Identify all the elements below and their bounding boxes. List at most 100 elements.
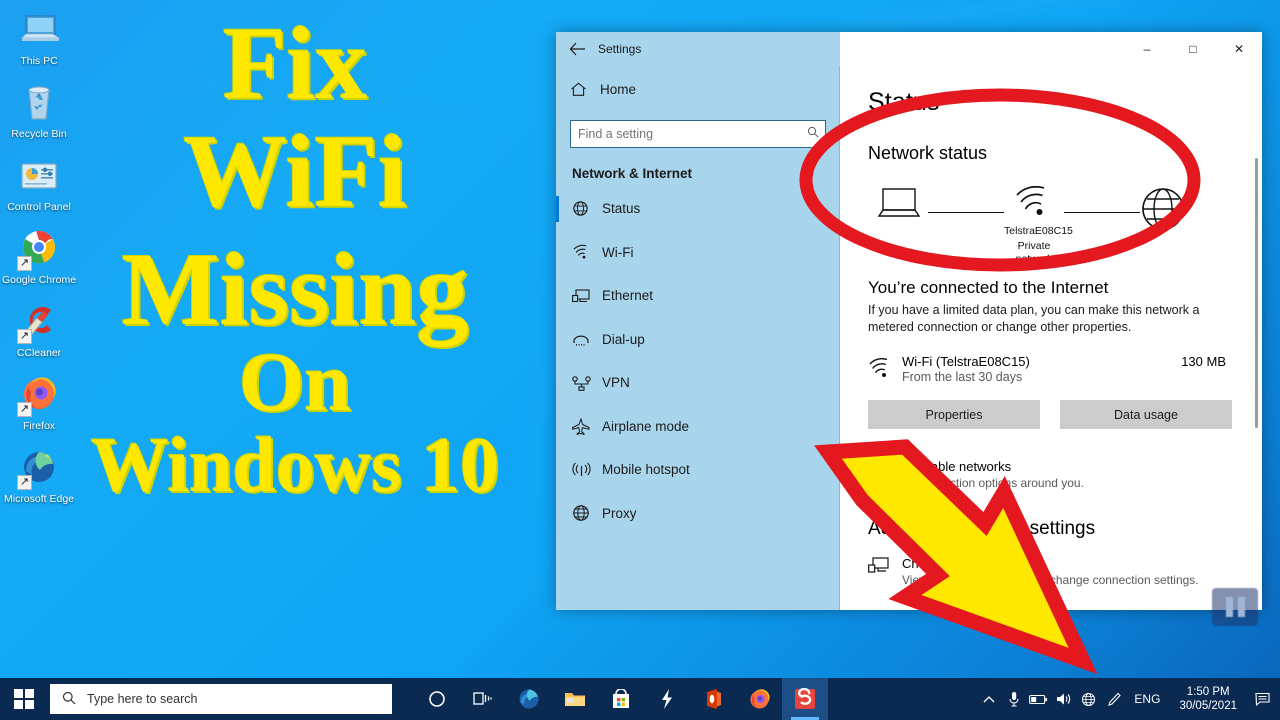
desktop-icon-ccleaner[interactable]: ↗ CCleaner bbox=[0, 300, 78, 359]
back-button[interactable] bbox=[556, 32, 598, 66]
sidebar-category-title: Network & Internet bbox=[572, 166, 693, 181]
clock-time: 1:50 PM bbox=[1186, 686, 1230, 698]
desktop-icon-recycle-bin[interactable]: Recycle Bin bbox=[0, 81, 78, 140]
main-scrollbar[interactable] bbox=[1255, 158, 1258, 428]
sidebar-item-dial-up[interactable]: Dial-up bbox=[556, 318, 840, 362]
sidebar-item-label: Mobile hotspot bbox=[602, 462, 690, 478]
titlebar-right: – □ ✕ bbox=[840, 32, 1262, 66]
sidebar-item-proxy[interactable]: Proxy bbox=[556, 492, 840, 536]
battery-icon[interactable] bbox=[1026, 678, 1051, 720]
edge-icon[interactable] bbox=[506, 678, 552, 720]
hotspot-icon bbox=[572, 462, 602, 478]
desktop-icon-this-pc[interactable]: This PC bbox=[0, 8, 78, 67]
data-usage-button[interactable]: Data usage bbox=[1060, 400, 1232, 429]
file-explorer-icon[interactable] bbox=[552, 678, 598, 720]
maximize-button[interactable]: □ bbox=[1170, 32, 1216, 66]
window-title: Settings bbox=[598, 42, 642, 56]
vpn-icon bbox=[572, 375, 602, 391]
chevron-up-icon[interactable] bbox=[976, 678, 1001, 720]
minimize-button[interactable]: – bbox=[1124, 32, 1170, 66]
microphone-icon[interactable] bbox=[1001, 678, 1026, 720]
wifi-usage-row: Wi-Fi (TelstraE08C15) From the last 30 d… bbox=[868, 354, 1232, 384]
desktop-icon-firefox[interactable]: ↗ Firefox bbox=[0, 373, 78, 432]
task-view-icon[interactable] bbox=[460, 678, 506, 720]
lightning-icon[interactable] bbox=[644, 678, 690, 720]
wifi-usage-text: Wi-Fi (TelstraE08C15) From the last 30 d… bbox=[902, 354, 1030, 384]
wifi-icon bbox=[868, 358, 902, 383]
promo-line-3: Missing bbox=[121, 231, 469, 347]
shortcut-overlay-icon: ↗ bbox=[17, 256, 32, 271]
properties-button[interactable]: Properties bbox=[868, 400, 1040, 429]
promo-title: Fix WiFi Missing On Windows 10 bbox=[55, 12, 535, 509]
pause-overlay[interactable] bbox=[1212, 588, 1258, 626]
sidebar-item-label: VPN bbox=[602, 375, 630, 391]
network-globe-icon[interactable] bbox=[1076, 678, 1101, 720]
change-adapter-options[interactable]: Change adapter options View network adap… bbox=[868, 556, 1232, 587]
window-titlebar: Settings – □ ✕ bbox=[556, 32, 1262, 66]
language-indicator[interactable]: ENG bbox=[1126, 692, 1170, 706]
desktop-icon-microsoft-edge[interactable]: ↗ Microsoft Edge bbox=[0, 446, 78, 505]
connected-heading: You’re connected to the Internet bbox=[868, 278, 1109, 297]
settings-sidebar: Home Network & Internet bbox=[556, 66, 840, 610]
microsoft-store-icon[interactable] bbox=[598, 678, 644, 720]
volume-icon[interactable] bbox=[1051, 678, 1076, 720]
office-icon[interactable] bbox=[690, 678, 736, 720]
pause-icon-bar bbox=[1237, 597, 1245, 617]
titlebar-left: Settings bbox=[556, 32, 840, 66]
proxy-globe-icon bbox=[572, 504, 602, 522]
page-title: Status bbox=[868, 88, 940, 116]
show-available-networks[interactable]: Show available networks View the connect… bbox=[868, 459, 1232, 490]
sidebar-item-ethernet[interactable]: Ethernet bbox=[556, 274, 840, 318]
sidebar-item-status[interactable]: Status bbox=[556, 187, 840, 231]
close-button[interactable]: ✕ bbox=[1216, 32, 1262, 66]
sidebar-item-airplane-mode[interactable]: Airplane mode bbox=[556, 405, 840, 449]
search-input[interactable] bbox=[570, 120, 826, 148]
action-center-icon[interactable] bbox=[1246, 678, 1280, 720]
desktop-icon-label: This PC bbox=[20, 55, 58, 67]
sidebar-item-home[interactable]: Home bbox=[556, 70, 840, 108]
settings-window: Settings – □ ✕ Home Find a setting Netwo… bbox=[556, 32, 1262, 610]
promo-line-2: WiFi bbox=[183, 113, 407, 229]
sidebar-item-label: Proxy bbox=[602, 505, 637, 521]
taskbar-app-icons bbox=[414, 678, 828, 720]
shortcut-overlay-icon: ↗ bbox=[17, 329, 32, 344]
pen-icon[interactable] bbox=[1101, 678, 1126, 720]
sidebar-item-label: Airplane mode bbox=[602, 418, 690, 434]
desktop-icon-label: Firefox bbox=[22, 420, 56, 432]
desktop-icon-label: Microsoft Edge bbox=[3, 493, 75, 505]
taskbar-search[interactable]: Type here to search bbox=[50, 684, 392, 714]
network-diagram: TelstraE08C15 Private network bbox=[876, 185, 1232, 266]
windows-logo-icon bbox=[14, 689, 34, 709]
snagit-icon[interactable] bbox=[782, 678, 828, 720]
ethernet-icon bbox=[572, 288, 602, 304]
taskbar-search-placeholder: Type here to search bbox=[87, 692, 198, 706]
promo-line-4: On bbox=[238, 336, 352, 430]
clock[interactable]: 1:50 PM 30/05/2021 bbox=[1170, 685, 1246, 713]
promo-line-5: Windows 10 bbox=[90, 421, 500, 509]
adapter-icon bbox=[868, 556, 902, 587]
wifi-icon bbox=[572, 244, 602, 260]
show-networks-title: Show available networks bbox=[868, 459, 1012, 474]
start-button[interactable] bbox=[0, 678, 48, 720]
desktop-icon-google-chrome[interactable]: ↗ Google Chrome bbox=[0, 227, 78, 286]
shortcut-overlay-icon: ↗ bbox=[17, 402, 32, 417]
desktop-icon-control-panel[interactable]: Control Panel bbox=[0, 154, 78, 213]
network-status-heading: Network status bbox=[868, 143, 988, 163]
home-icon bbox=[570, 82, 600, 97]
wifi-icon bbox=[1016, 185, 1045, 215]
sidebar-item-wifi[interactable]: Wi-Fi bbox=[556, 231, 840, 275]
sidebar-item-mobile-hotspot[interactable]: Mobile hotspot bbox=[556, 448, 840, 492]
sidebar-item-vpn[interactable]: VPN bbox=[556, 361, 840, 405]
action-button-row: Properties Data usage bbox=[868, 400, 1232, 429]
dialup-icon bbox=[572, 331, 602, 347]
wifi-usage-name: Wi-Fi (TelstraE08C15) bbox=[902, 354, 1030, 369]
advanced-settings-heading: Advanced network settings bbox=[868, 518, 1096, 539]
back-arrow-icon bbox=[569, 42, 585, 56]
search-icon bbox=[807, 126, 819, 141]
cortana-icon[interactable] bbox=[414, 678, 460, 720]
chrome-icon: ↗ bbox=[17, 227, 61, 271]
firefox-icon[interactable] bbox=[736, 678, 782, 720]
globe-icon bbox=[1140, 186, 1194, 237]
edge-icon: ↗ bbox=[17, 446, 61, 490]
sidebar-home-label: Home bbox=[600, 81, 637, 97]
